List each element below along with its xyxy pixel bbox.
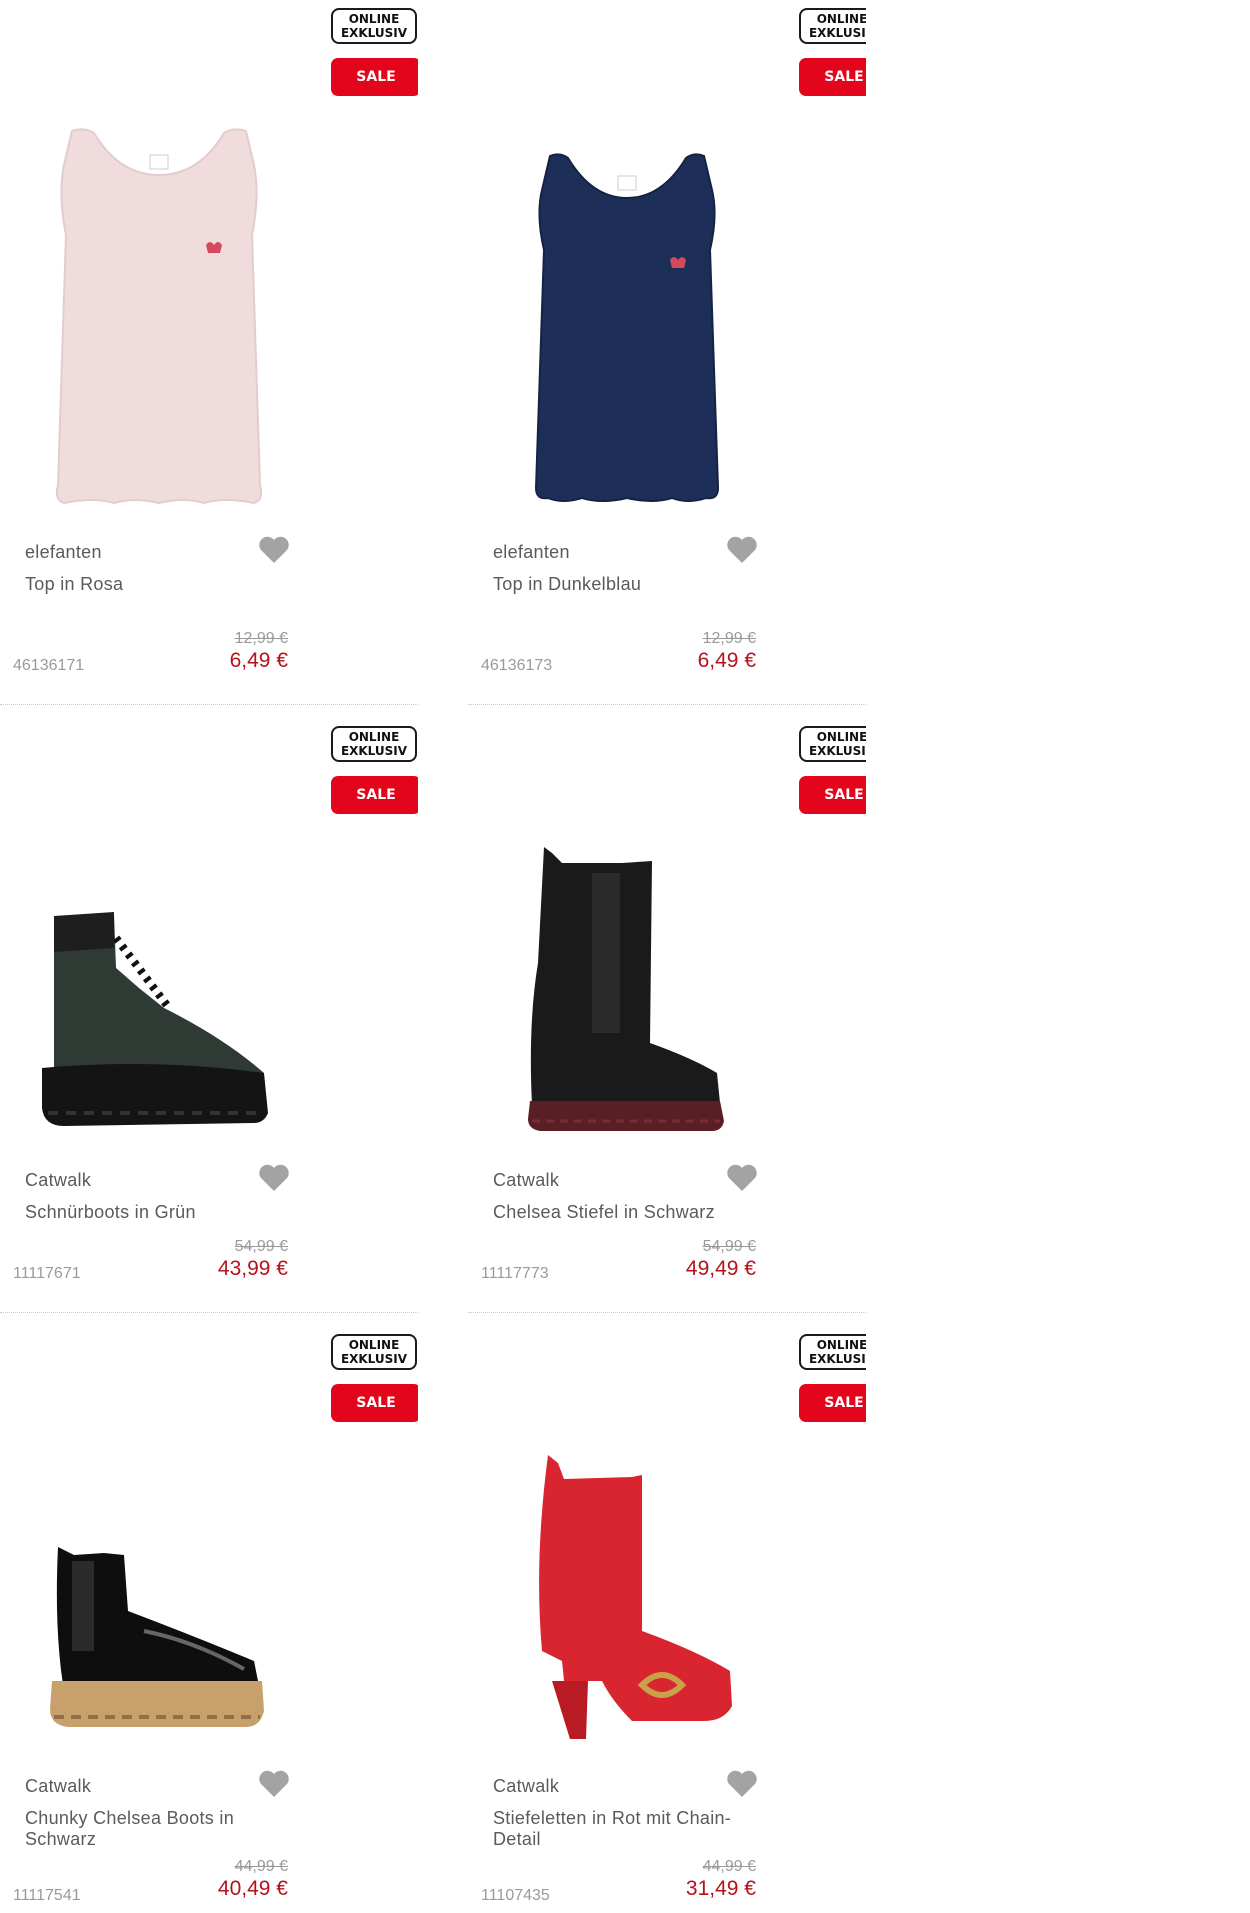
product-sku: 46136173 (481, 657, 553, 674)
heart-icon[interactable] (726, 536, 758, 564)
sale-price: 6,49 € (697, 649, 756, 672)
product-brand: elefanten (25, 542, 102, 562)
product-brand: Catwalk (493, 1776, 560, 1796)
heart-icon[interactable] (258, 1770, 290, 1798)
product-grid: ONLINE EXKLUSIV SALE elefanten Top in Ro… (0, 0, 866, 1913)
online-exclusive-badge: ONLINE EXKLUSIV (331, 726, 417, 762)
product-sku: 11117773 (481, 1265, 549, 1282)
sale-price: 6,49 € (229, 649, 288, 672)
product-sku: 46136171 (13, 657, 85, 674)
heart-icon[interactable] (258, 1164, 290, 1192)
product-brand: Catwalk (493, 1170, 560, 1190)
product-image-navy-tank-top[interactable] (492, 150, 762, 510)
badge-line: EXKLUSIV (808, 26, 866, 40)
online-exclusive-badge: ONLINE EXKLUSIV (331, 1334, 417, 1370)
row-divider (468, 704, 866, 705)
row-divider (468, 1312, 866, 1313)
badge-line: ONLINE (348, 1338, 400, 1352)
online-exclusive-badge: ONLINE EXKLUSIV (799, 1334, 866, 1370)
old-price: 44,99 € (702, 1858, 756, 1875)
sale-badge: SALE (331, 1384, 418, 1422)
badge-line: EXKLUSIV (340, 26, 408, 40)
badge-line: EXKLUSIV (808, 744, 866, 758)
old-price: 12,99 € (234, 630, 288, 647)
sale-badge: SALE (799, 776, 866, 814)
product-card[interactable]: ONLINE EXKLUSIV SALE Catwalk Chunky Chel… (0, 1326, 418, 1913)
product-sku: 11117671 (13, 1265, 81, 1282)
badge-line: ONLINE (348, 12, 400, 26)
product-card[interactable]: ONLINE EXKLUSIV SALE Catwalk Stiefelette… (468, 1326, 866, 1913)
product-card[interactable]: ONLINE EXKLUSIV SALE Catwalk Chelsea Sti… (468, 718, 866, 1318)
product-brand: Catwalk (25, 1776, 92, 1796)
product-name[interactable]: Chunky Chelsea Boots in Schwarz (25, 1808, 265, 1850)
product-image-black-chelsea-tall-boot[interactable] (492, 843, 762, 1138)
old-price: 54,99 € (702, 1238, 756, 1255)
sale-badge: SALE (799, 1384, 866, 1422)
sale-price: 49,49 € (685, 1257, 756, 1280)
product-image-green-lace-up-boot[interactable] (24, 908, 294, 1138)
product-name[interactable]: Stiefeletten in Rot mit Chain-Detail (493, 1808, 733, 1850)
online-exclusive-badge: ONLINE EXKLUSIV (799, 8, 866, 44)
product-card[interactable]: ONLINE EXKLUSIV SALE elefanten Top in Ro… (0, 0, 418, 710)
product-sku: 11117541 (13, 1887, 81, 1904)
old-price: 12,99 € (702, 630, 756, 647)
sale-badge: SALE (799, 58, 866, 96)
product-name[interactable]: Top in Dunkelblau (493, 574, 733, 595)
badge-line: ONLINE (816, 12, 866, 26)
online-exclusive-badge: ONLINE EXKLUSIV (331, 8, 417, 44)
product-brand: Catwalk (25, 1170, 92, 1190)
product-name[interactable]: Chelsea Stiefel in Schwarz (493, 1202, 733, 1223)
product-image-black-patent-chelsea-boot[interactable] (24, 1541, 294, 1741)
online-exclusive-badge: ONLINE EXKLUSIV (799, 726, 866, 762)
badge-line: EXKLUSIV (808, 1352, 866, 1366)
sale-badge: SALE (331, 58, 418, 96)
badge-line: ONLINE (816, 730, 866, 744)
product-brand: elefanten (493, 542, 570, 562)
sale-price: 40,49 € (217, 1877, 288, 1900)
heart-icon[interactable] (726, 1770, 758, 1798)
row-divider (0, 1312, 418, 1313)
sale-badge: SALE (331, 776, 418, 814)
badge-line: EXKLUSIV (340, 744, 408, 758)
sale-price: 43,99 € (217, 1257, 288, 1280)
row-divider (0, 704, 418, 705)
badge-line: ONLINE (348, 730, 400, 744)
badge-line: ONLINE (816, 1338, 866, 1352)
sale-price: 31,49 € (685, 1877, 756, 1900)
product-card[interactable]: ONLINE EXKLUSIV SALE elefanten Top in Du… (468, 0, 866, 710)
product-sku: 11107435 (481, 1887, 550, 1904)
product-image-red-heeled-ankle-boot[interactable] (492, 1451, 762, 1741)
heart-icon[interactable] (726, 1164, 758, 1192)
product-name[interactable]: Top in Rosa (25, 574, 265, 595)
old-price: 54,99 € (234, 1238, 288, 1255)
heart-icon[interactable] (258, 536, 290, 564)
product-name[interactable]: Schnürboots in Grün (25, 1202, 265, 1223)
product-card[interactable]: ONLINE EXKLUSIV SALE Catwalk Schnürboots… (0, 718, 418, 1318)
product-image-pink-tank-top[interactable] (24, 125, 294, 510)
badge-line: EXKLUSIV (340, 1352, 408, 1366)
old-price: 44,99 € (234, 1858, 288, 1875)
